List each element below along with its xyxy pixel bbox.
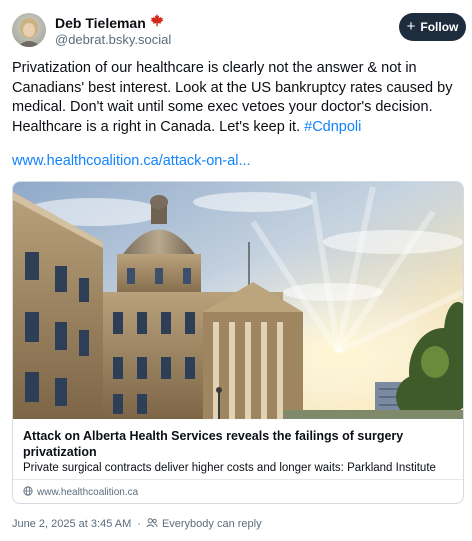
post-card: Deb Tieleman @debrat.bsky.social + Follo… xyxy=(0,0,472,541)
hashtag-link[interactable]: #Cdnpoli xyxy=(304,119,361,135)
post-link[interactable]: www.healthcoalition.ca/attack-on-al... xyxy=(12,152,251,171)
post-footer: June 2, 2025 at 3:45 AM · Everybody can … xyxy=(12,517,262,532)
reply-setting-label: Everybody can reply xyxy=(161,518,262,530)
avatar-image xyxy=(12,13,46,47)
reply-setting[interactable]: Everybody can reply xyxy=(146,517,262,532)
people-icon xyxy=(146,517,158,532)
post-timestamp[interactable]: June 2, 2025 at 3:45 AM xyxy=(12,518,131,531)
author-handle[interactable]: @debrat.bsky.social xyxy=(55,32,171,47)
plus-icon: + xyxy=(406,18,416,35)
card-domain-row: www.healthcoalition.ca xyxy=(23,486,138,500)
follow-button-label: Follow xyxy=(420,20,459,34)
author-name[interactable]: Deb Tieleman xyxy=(55,15,146,31)
footer-separator: · xyxy=(137,518,141,530)
card-description: Private surgical contracts deliver highe… xyxy=(23,462,436,474)
maple-leaf-icon xyxy=(150,13,164,32)
card-image-legislature xyxy=(13,182,463,419)
card-title: Attack on Alberta Health Services reveal… xyxy=(23,429,404,459)
card-domain: www.healthcoalition.ca xyxy=(37,487,139,498)
author-name-row: Deb Tieleman xyxy=(55,13,164,32)
link-card[interactable]: Attack on Alberta Health Services reveal… xyxy=(12,181,464,504)
follow-button[interactable]: + Follow xyxy=(399,13,466,41)
avatar[interactable] xyxy=(12,13,46,47)
post-body: Privatization of our healthcare is clear… xyxy=(12,60,453,135)
globe-icon xyxy=(23,486,33,500)
post-text: Privatization of our healthcare is clear… xyxy=(12,59,462,137)
card-divider xyxy=(13,479,463,480)
